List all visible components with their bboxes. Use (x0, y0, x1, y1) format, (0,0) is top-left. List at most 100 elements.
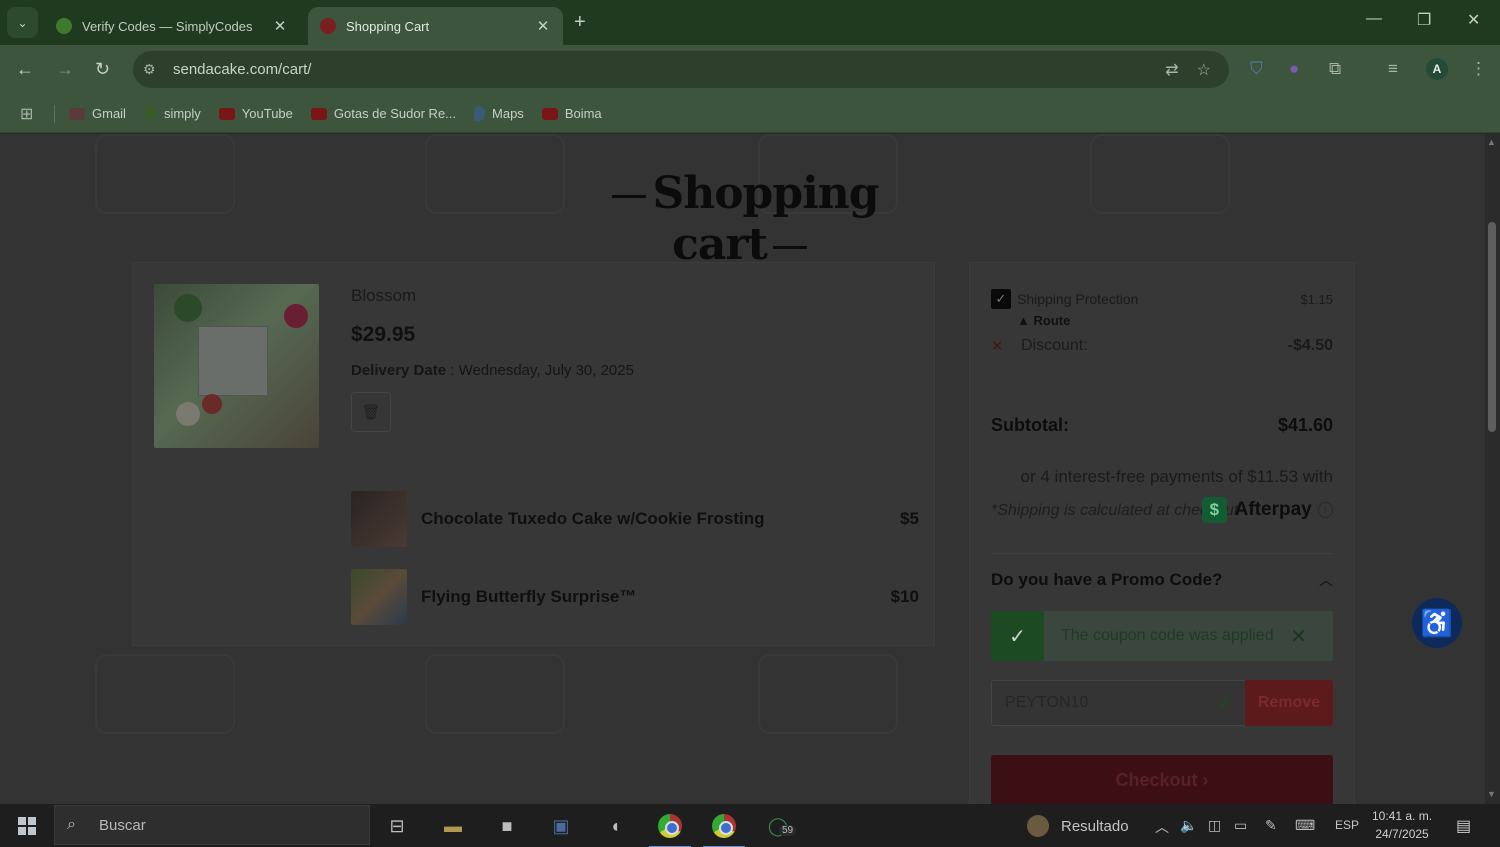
bookmark-star-icon[interactable]: ☆ (1197, 60, 1211, 80)
tab-simplycodes[interactable]: Verify Codes — SimplyCodes ✕ (44, 7, 300, 45)
meet-icon[interactable]: ◫ (1208, 817, 1221, 834)
valid-check-icon: ✓ (1216, 692, 1233, 715)
chevron-down-icon: ⌄ (17, 15, 28, 30)
back-icon[interactable]: ← (16, 59, 34, 80)
bookmark-gmail[interactable]: Gmail (69, 106, 126, 121)
accessibility-button[interactable]: ♿ (1412, 598, 1462, 648)
checkout-button[interactable]: Checkout › (991, 755, 1333, 804)
bookmark-youtube[interactable]: YouTube (218, 106, 293, 121)
keyboard-icon[interactable]: ⌨ (1295, 817, 1315, 834)
promo-question: Do you have a Promo Code? (991, 570, 1223, 589)
addon-item: Flying Butterfly Surprise™ $10 (351, 569, 919, 625)
info-icon[interactable]: ⓘ (1138, 296, 1151, 307)
background-pattern (758, 654, 898, 734)
flower-shape (176, 402, 200, 426)
background-pattern (425, 134, 565, 214)
volume-icon[interactable]: 🔈 (1180, 817, 1197, 834)
translate-icon[interactable]: ⇄ (1165, 60, 1178, 80)
bookmark-gotas[interactable]: Gotas de Sudor Re... (310, 106, 457, 121)
remove-discount-icon[interactable]: ✕ (991, 337, 1021, 355)
chrome-profile-a-icon[interactable] (703, 813, 745, 847)
close-window-icon[interactable]: ✕ (1467, 10, 1480, 30)
new-tab-icon[interactable]: + (574, 11, 586, 34)
network-icon[interactable]: ▭ (1234, 817, 1247, 834)
scroll-up-icon[interactable]: ▲ (1487, 137, 1496, 147)
reload-icon[interactable]: ↻ (95, 59, 110, 80)
chrome-profile-m-icon[interactable] (649, 813, 691, 847)
page-scrollbar[interactable]: ▲ ▼ (1485, 134, 1500, 804)
extensions-puzzle-icon[interactable]: ⧉ (1329, 59, 1341, 79)
youtube-icon (541, 107, 558, 120)
shield-icon[interactable]: ⛉ (1250, 59, 1263, 79)
whatsapp-icon[interactable]: ◯ 59 (765, 813, 797, 839)
shipping-protection-amount: $1.15 (1300, 291, 1333, 307)
task-view-icon[interactable]: ⊟ (384, 813, 410, 839)
store-icon[interactable]: ▣ (548, 813, 574, 839)
promo-code-value[interactable]: PEYTON10 (1005, 694, 1216, 712)
close-tab-icon[interactable]: ✕ (272, 17, 288, 35)
weather-widget[interactable]: Resultado (1027, 815, 1129, 837)
tab-title: Verify Codes — SimplyCodes (82, 18, 253, 34)
shipping-protection-checkbox[interactable]: ✓ (991, 289, 1011, 309)
close-tab-icon[interactable]: ✕ (535, 17, 551, 35)
tab-search-button[interactable]: ⌄ (7, 7, 38, 38)
chrome-logo (712, 814, 736, 838)
gift-box-shape (198, 326, 268, 396)
menu-kebab-icon[interactable]: ⋮ (1470, 59, 1487, 79)
extension-purple-icon[interactable]: ● (1289, 59, 1299, 79)
notifications-icon[interactable]: ▤ (1456, 816, 1471, 836)
taskbar-clock[interactable]: 10:41 a. m. 24/7/2025 (1372, 807, 1432, 843)
delivery-date: Delivery Date : Wednesday, July 30, 2025 (351, 362, 634, 379)
media-control-icon[interactable]: ≡ (1388, 59, 1398, 79)
promo-header[interactable]: Do you have a Promo Code? ︿ (991, 570, 1333, 590)
discount-label: Discount: (1021, 337, 1088, 354)
chevron-up-icon[interactable]: ︿ (1155, 817, 1169, 837)
product-image[interactable] (154, 284, 319, 448)
chevron-up-icon[interactable]: ︿ (1319, 570, 1333, 590)
addon-price: $10 (890, 587, 919, 606)
promo-code-input[interactable]: PEYTON10 ✓ (991, 680, 1246, 726)
restore-icon[interactable]: ❐ (1417, 10, 1431, 30)
address-bar[interactable]: ⚙ sendacake.com/cart/ ⇄ ☆ (133, 51, 1229, 88)
bookmark-simply[interactable]: simply (143, 106, 201, 121)
addon-price: $5 (900, 509, 919, 528)
afterpay-text: or 4 interest-free payments of $11.53 wi… (1020, 467, 1333, 486)
close-alert-icon[interactable]: ✕ (1290, 624, 1307, 649)
minimize-icon[interactable]: — (1366, 10, 1382, 28)
addon-thumbnail[interactable] (351, 491, 407, 547)
delete-item-button[interactable]: 🗑 (351, 392, 391, 432)
bookmark-label: simply (163, 106, 201, 121)
bookmark-boima[interactable]: Boima (541, 106, 602, 121)
file-explorer-icon[interactable]: ▬ (440, 813, 466, 839)
addon-item: Chocolate Tuxedo Cake w/Cookie Frosting … (351, 491, 919, 547)
language-indicator[interactable]: ESP (1335, 818, 1359, 832)
bookmark-maps[interactable]: Maps (474, 106, 524, 121)
windows-start-icon[interactable] (18, 817, 36, 835)
pen-icon[interactable]: ✎ (1265, 817, 1277, 834)
clock-time: 10:41 a. m. (1372, 809, 1433, 823)
forward-icon[interactable]: → (56, 59, 74, 80)
accessibility-icon: ♿ (1420, 607, 1454, 638)
afterpay-logo-icon: $ (1202, 497, 1227, 523)
scroll-down-icon[interactable]: ▼ (1487, 789, 1496, 799)
bookmark-label: Gotas de Sudor Re... (333, 106, 457, 121)
mouse-app-icon[interactable]: ◖ (602, 813, 628, 839)
taskbar-search[interactable]: ⌕ Buscar (54, 805, 370, 845)
background-pattern (425, 654, 565, 734)
remove-promo-button[interactable]: Remove (1245, 680, 1333, 726)
apps-grid-icon[interactable]: ⊞ (20, 104, 40, 124)
app-window-icon[interactable]: ■ (494, 813, 520, 839)
checkout-label: Checkout (1115, 769, 1198, 790)
addon-thumbnail[interactable] (351, 569, 407, 625)
tab-shopping-cart[interactable]: Shopping Cart ✕ (308, 7, 563, 45)
search-placeholder[interactable]: Buscar (99, 817, 146, 834)
afterpay-name: Afterpay (1234, 499, 1312, 520)
info-icon[interactable]: i (1317, 502, 1333, 518)
profile-avatar[interactable]: A (1426, 58, 1448, 80)
chevron-right-icon: › (1197, 769, 1209, 790)
url-text[interactable]: sendacake.com/cart/ (173, 61, 1165, 78)
delivery-date-value: : Wednesday, July 30, 2025 (446, 362, 634, 379)
simplycodes-icon (143, 107, 157, 120)
scroll-thumb[interactable] (1488, 222, 1496, 432)
site-info-icon[interactable]: ⚙ (143, 61, 163, 78)
